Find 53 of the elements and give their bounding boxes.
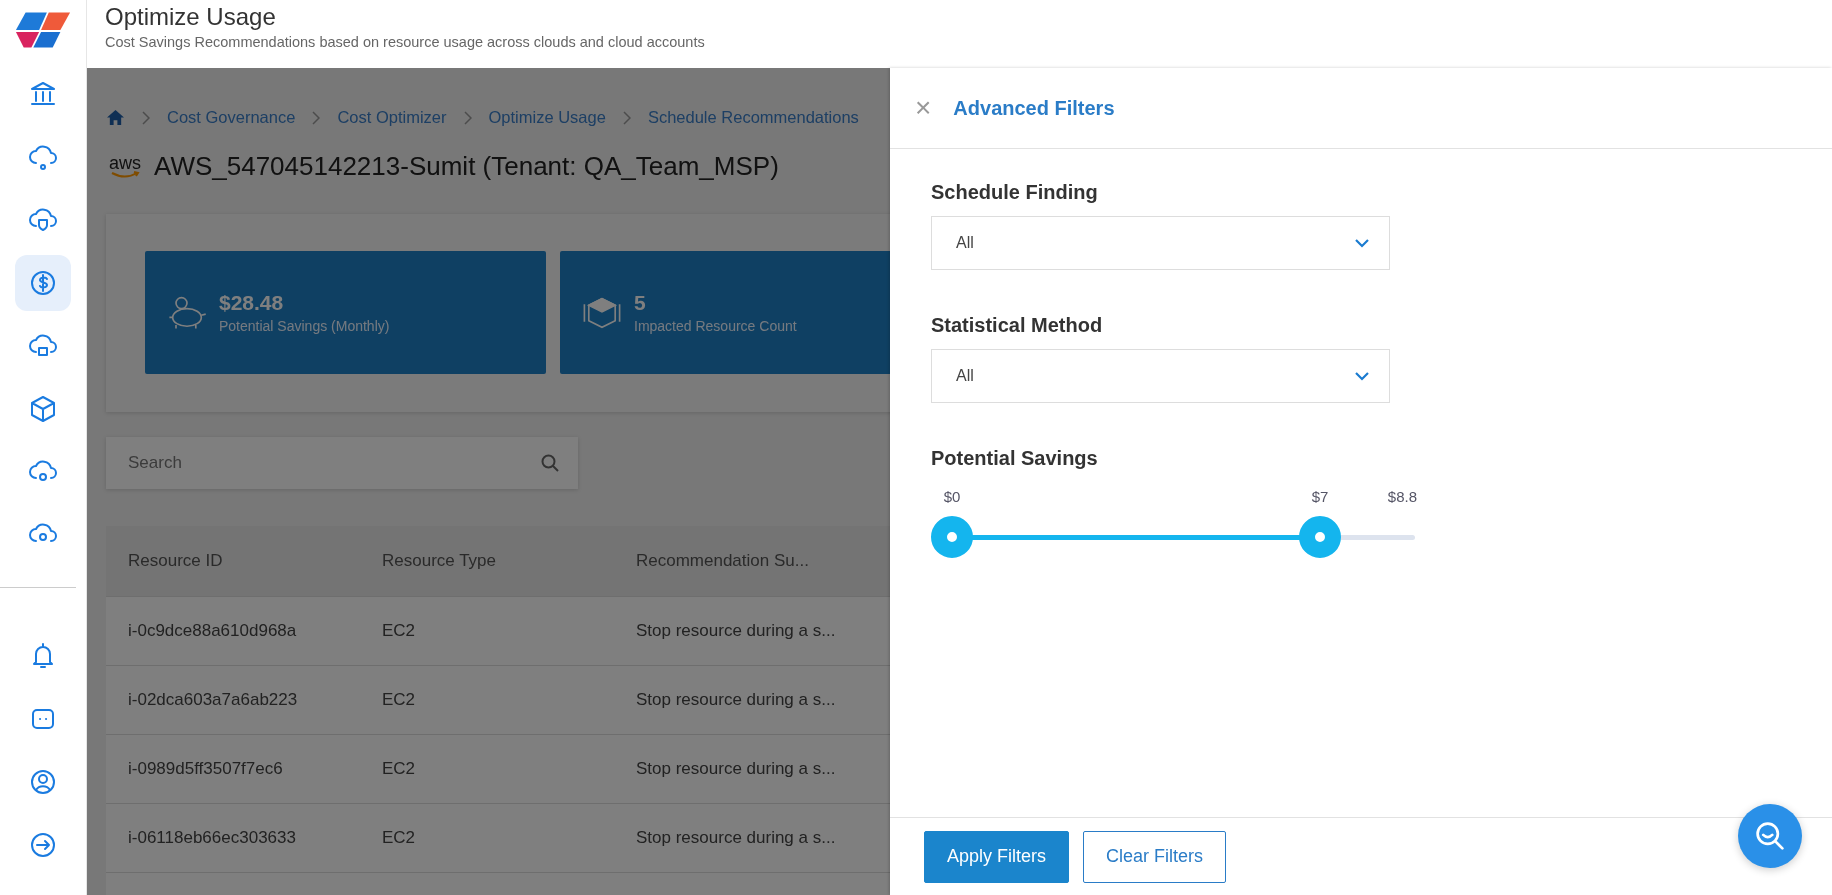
table-cell: Stop resource during a s... bbox=[636, 828, 836, 848]
slider-value: $0 bbox=[943, 488, 961, 505]
aws-logo: aws bbox=[106, 154, 144, 179]
chevron-down-icon bbox=[1355, 238, 1369, 248]
chevron-down-icon bbox=[1355, 371, 1369, 381]
breadcrumb-link[interactable]: Optimize Usage bbox=[488, 108, 606, 127]
table-cell: i-06118eb66ec303633 bbox=[128, 828, 296, 848]
card-label: Impacted Resource Count bbox=[634, 318, 797, 334]
slider-value: $7 bbox=[1311, 488, 1329, 505]
clear-button[interactable]: Clear Filters bbox=[1083, 830, 1227, 883]
nav-item[interactable] bbox=[15, 255, 71, 311]
table-cell: Stop resource during a s... bbox=[636, 621, 836, 641]
table-cell: i-0c9dce88a610d968a bbox=[128, 621, 297, 641]
breadcrumb-link[interactable]: Cost Governance bbox=[167, 108, 296, 127]
breadcrumb-link[interactable]: Cost Optimizer bbox=[337, 108, 447, 127]
table-cell: i-02dca603a7a6ab223 bbox=[128, 690, 298, 710]
apply-button[interactable]: Apply Filters bbox=[924, 830, 1070, 883]
search-input[interactable]: Search bbox=[126, 452, 540, 474]
slider-thumb[interactable] bbox=[931, 516, 973, 558]
column-header[interactable]: Resource Type bbox=[382, 551, 497, 571]
card-label: Potential Savings (Monthly) bbox=[219, 318, 390, 334]
field-label: Potential Savings bbox=[931, 447, 1099, 470]
card-value: 5 bbox=[634, 291, 647, 315]
table-cell: EC2 bbox=[382, 621, 416, 641]
search-icon bbox=[540, 453, 560, 473]
table-cell: EC2 bbox=[382, 690, 416, 710]
panel-title: Advanced Filters bbox=[953, 96, 1115, 120]
chevron-icon bbox=[463, 110, 472, 125]
page-subtitle: Cost Savings Recommendations based on resource usage across clouds and cloud accounts bbox=[105, 34, 706, 50]
breadcrumb-link[interactable]: Schedule Recommendations bbox=[647, 108, 859, 127]
field-label: Schedule Finding bbox=[931, 181, 1099, 204]
table-cell: Stop resource during a s... bbox=[636, 690, 836, 710]
table-cell: i-0989d5ff3507f7ec6 bbox=[128, 759, 283, 779]
close-button[interactable]: × bbox=[915, 94, 932, 122]
page-title: Optimize Usage bbox=[105, 3, 277, 31]
column-header[interactable]: Recommendation Su... bbox=[636, 551, 809, 571]
account-title: AWS_547045142213-Sumit (Tenant: QA_Team_MSP) bbox=[154, 151, 779, 182]
chevron-icon bbox=[142, 110, 150, 125]
table-cell: Stop resource during a s... bbox=[636, 759, 836, 779]
card-value: $28.48 bbox=[219, 291, 285, 315]
table-cell: EC2 bbox=[382, 828, 416, 848]
field-label: Statistical Method bbox=[931, 314, 1104, 337]
search-field[interactable]: Search bbox=[106, 437, 578, 489]
table-cell: EC2 bbox=[382, 759, 416, 779]
dropdown[interactable]: All bbox=[931, 216, 1390, 270]
logo-icon bbox=[14, 10, 72, 50]
chevron-icon bbox=[622, 110, 631, 125]
chevron-icon bbox=[312, 110, 321, 125]
slider-thumb[interactable] bbox=[1299, 516, 1342, 558]
column-header[interactable]: Resource ID bbox=[128, 551, 223, 571]
home-icon[interactable] bbox=[106, 109, 125, 126]
slider-max: $8.8 bbox=[1387, 488, 1417, 505]
dropdown[interactable]: All bbox=[931, 349, 1390, 403]
